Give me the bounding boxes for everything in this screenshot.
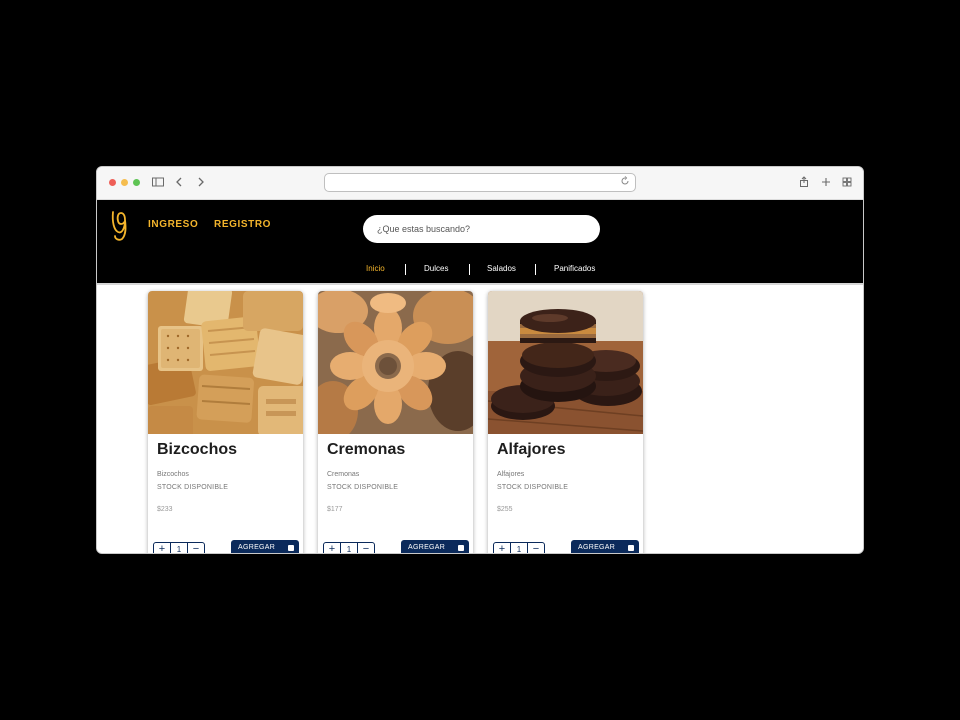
product-title: Alfajores	[497, 441, 566, 458]
search-box	[363, 215, 600, 243]
browser-window: INGRESO REGISTRO Inicio Dulces Salados P…	[96, 166, 864, 554]
stock-status: STOCK DISPONIBLE	[327, 484, 399, 491]
product-card[interactable]: Bizcochos Bizcochos STOCK DISPONIBLE $23…	[148, 291, 303, 553]
tab-inicio[interactable]: Inicio	[366, 264, 385, 273]
product-grid: Bizcochos Bizcochos STOCK DISPONIBLE $23…	[97, 283, 863, 553]
cart-icon	[628, 545, 634, 551]
increase-quantity-button[interactable]: +	[154, 543, 171, 553]
site-header: INGRESO REGISTRO Inicio Dulces Salados P…	[97, 200, 863, 283]
product-price: $233	[157, 506, 173, 513]
category-nav: Inicio Dulces Salados Panificados	[97, 264, 863, 278]
tabs-grid-icon[interactable]	[840, 175, 854, 189]
increase-quantity-button[interactable]: +	[494, 543, 511, 553]
product-description: Alfajores	[497, 471, 525, 478]
quantity-stepper: + 1 −	[493, 542, 545, 553]
reload-icon[interactable]	[620, 176, 630, 186]
nav-divider	[405, 264, 406, 275]
product-image[interactable]	[148, 291, 303, 434]
add-to-cart-label: AGREGAR	[578, 544, 616, 551]
share-icon[interactable]	[797, 175, 811, 189]
nav-ingreso-link[interactable]: INGRESO	[148, 219, 198, 230]
tab-panificados[interactable]: Panificados	[554, 264, 595, 273]
quantity-value: 1	[341, 543, 358, 553]
close-window-button[interactable]	[109, 179, 116, 186]
minimize-window-button[interactable]	[121, 179, 128, 186]
quantity-value: 1	[511, 543, 528, 553]
browser-toolbar	[97, 167, 863, 200]
quantity-stepper: + 1 −	[323, 542, 375, 553]
product-image[interactable]	[488, 291, 643, 434]
chevron-right-icon[interactable]	[194, 175, 208, 189]
product-title: Cremonas	[327, 441, 406, 458]
cart-icon	[288, 545, 294, 551]
increase-quantity-button[interactable]: +	[324, 543, 341, 553]
product-image[interactable]	[318, 291, 473, 434]
tab-salados[interactable]: Salados	[487, 264, 516, 273]
tab-dulces[interactable]: Dulces	[424, 264, 448, 273]
decrease-quantity-button[interactable]: −	[528, 543, 544, 553]
quantity-stepper: + 1 −	[153, 542, 205, 553]
chevron-left-icon[interactable]	[172, 175, 186, 189]
product-price: $177	[327, 506, 343, 513]
sidebar-icon[interactable]	[151, 175, 165, 189]
nav-divider	[469, 264, 470, 275]
address-bar[interactable]	[324, 173, 636, 192]
stock-status: STOCK DISPONIBLE	[497, 484, 569, 491]
nav-registro-link[interactable]: REGISTRO	[214, 219, 271, 230]
product-description: Cremonas	[327, 471, 360, 478]
cart-icon	[458, 545, 464, 551]
decrease-quantity-button[interactable]: −	[188, 543, 204, 553]
plus-icon[interactable]	[819, 175, 833, 189]
search-input[interactable]	[363, 215, 600, 243]
logo-icon[interactable]	[109, 208, 131, 242]
nav-divider	[535, 264, 536, 275]
maximize-window-button[interactable]	[133, 179, 140, 186]
add-to-cart-button[interactable]: AGREGAR	[401, 540, 469, 553]
product-title: Bizcochos	[157, 441, 238, 458]
quantity-value: 1	[171, 543, 188, 553]
add-to-cart-button[interactable]: AGREGAR	[571, 540, 639, 553]
decrease-quantity-button[interactable]: −	[358, 543, 374, 553]
product-description: Bizcochos	[157, 471, 189, 478]
product-card[interactable]: Cremonas Cremonas STOCK DISPONIBLE $177 …	[318, 291, 473, 553]
add-to-cart-button[interactable]: AGREGAR	[231, 540, 299, 553]
product-price: $255	[497, 506, 513, 513]
product-card[interactable]: Alfajores Alfajores STOCK DISPONIBLE $25…	[488, 291, 643, 553]
add-to-cart-label: AGREGAR	[238, 544, 276, 551]
stock-status: STOCK DISPONIBLE	[157, 484, 229, 491]
add-to-cart-label: AGREGAR	[408, 544, 446, 551]
